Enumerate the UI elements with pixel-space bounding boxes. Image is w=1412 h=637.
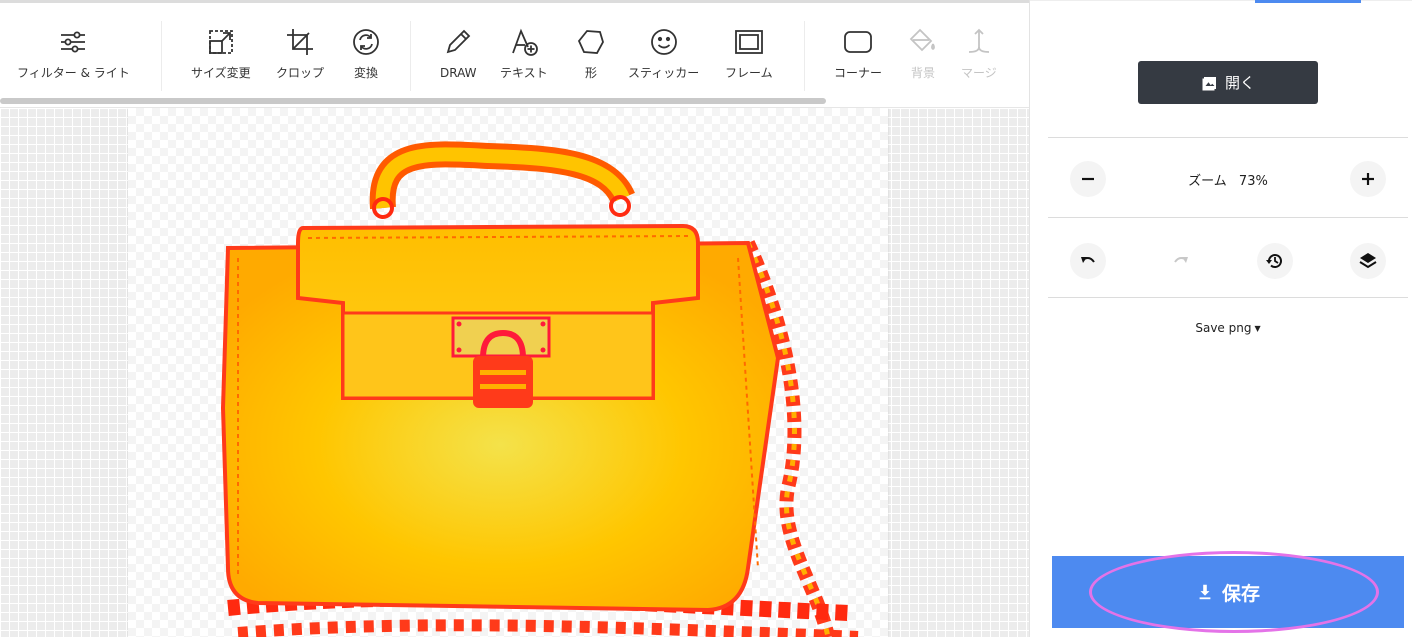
history-button[interactable] bbox=[1257, 243, 1293, 279]
plus-icon bbox=[1362, 173, 1374, 185]
tool-corner[interactable]: コーナー bbox=[834, 27, 882, 81]
crop-icon bbox=[287, 29, 313, 55]
pencil-icon bbox=[446, 29, 471, 54]
tool-shape[interactable]: 形 bbox=[576, 27, 606, 81]
tool-label: DRAW bbox=[440, 66, 477, 80]
toolbar-divider bbox=[804, 21, 805, 91]
layers-icon bbox=[1359, 253, 1377, 269]
minus-icon bbox=[1082, 177, 1094, 181]
tool-draw[interactable]: DRAW bbox=[440, 27, 477, 80]
undo-button[interactable] bbox=[1070, 243, 1106, 279]
zoom-value: 73% bbox=[1238, 174, 1268, 189]
save-format-label: Save png bbox=[1195, 321, 1252, 335]
zoom-label: ズーム bbox=[1188, 174, 1227, 189]
tool-label: テキスト bbox=[500, 66, 548, 80]
tool-filters-lighting[interactable]: フィルター & ライト bbox=[17, 27, 130, 81]
redo-button[interactable] bbox=[1163, 243, 1199, 279]
tool-label: フィルター & ライト bbox=[17, 66, 130, 80]
tool-resize[interactable]: サイズ変更 bbox=[191, 27, 251, 81]
redo-icon bbox=[1174, 257, 1188, 263]
image-icon bbox=[1202, 76, 1216, 90]
tool-merge[interactable]: マージ bbox=[961, 27, 997, 81]
tool-label: 変換 bbox=[353, 66, 378, 80]
tool-label: マージ bbox=[961, 66, 997, 80]
panel-divider bbox=[1029, 0, 1030, 637]
toolbar-scrollbar[interactable] bbox=[0, 98, 826, 104]
download-icon bbox=[1199, 584, 1211, 600]
tool-label: 形 bbox=[584, 66, 597, 80]
tool-sticker[interactable]: スティッカー bbox=[628, 27, 699, 81]
zoom-in-button[interactable] bbox=[1350, 161, 1386, 197]
undo-icon bbox=[1081, 257, 1095, 263]
tool-label: サイズ変更 bbox=[191, 66, 251, 80]
zoom-readout: ズーム 73% bbox=[1150, 170, 1306, 189]
toolbar-divider bbox=[410, 21, 411, 91]
shape-icon bbox=[577, 30, 604, 54]
active-tab-indicator bbox=[1255, 0, 1361, 3]
paint-bucket-icon bbox=[909, 28, 935, 52]
frame-icon bbox=[734, 30, 763, 54]
tool-background[interactable]: 背景 bbox=[908, 27, 938, 81]
save-format-dropdown[interactable]: Save png ▼ bbox=[1150, 321, 1306, 335]
rotate-icon bbox=[353, 29, 379, 55]
sliders-icon bbox=[61, 31, 86, 53]
resize-icon bbox=[208, 30, 233, 54]
tool-label: コーナー bbox=[834, 66, 883, 80]
tool-label: クロップ bbox=[276, 66, 325, 80]
tool-crop[interactable]: クロップ bbox=[276, 27, 324, 81]
open-button-label: 開く bbox=[1224, 74, 1255, 92]
tool-label: 背景 bbox=[910, 66, 935, 80]
merge-icon bbox=[968, 28, 989, 53]
history-icon bbox=[1266, 254, 1282, 269]
corner-icon bbox=[844, 31, 872, 53]
caret-down-icon: ▼ bbox=[1254, 324, 1261, 333]
sidebar-divider bbox=[1048, 297, 1408, 298]
zoom-out-button[interactable] bbox=[1070, 161, 1106, 197]
editor-toolbar: フィルター & ライト サイズ変更 クロップ 変換 DRAW テキスト 形 ステ… bbox=[0, 3, 1030, 108]
tool-transform[interactable]: 変換 bbox=[351, 27, 381, 81]
toolbar-divider bbox=[161, 21, 162, 91]
save-button-label: 保存 bbox=[1221, 582, 1260, 605]
tool-text[interactable]: テキスト bbox=[500, 27, 548, 81]
save-button[interactable]: 保存 bbox=[1052, 556, 1404, 628]
tool-label: フレーム bbox=[725, 66, 773, 80]
image-canvas[interactable] bbox=[128, 108, 888, 637]
open-button[interactable]: 開く bbox=[1138, 61, 1318, 104]
text-icon bbox=[511, 28, 538, 56]
tool-frame[interactable]: フレーム bbox=[725, 27, 773, 81]
layers-button[interactable] bbox=[1350, 243, 1386, 279]
canvas-area bbox=[0, 108, 1030, 637]
tool-label: スティッカー bbox=[628, 66, 700, 80]
smiley-icon bbox=[650, 29, 677, 55]
sidebar-divider bbox=[1048, 217, 1408, 218]
handbag-image bbox=[220, 141, 859, 637]
sidebar-divider bbox=[1048, 137, 1408, 138]
